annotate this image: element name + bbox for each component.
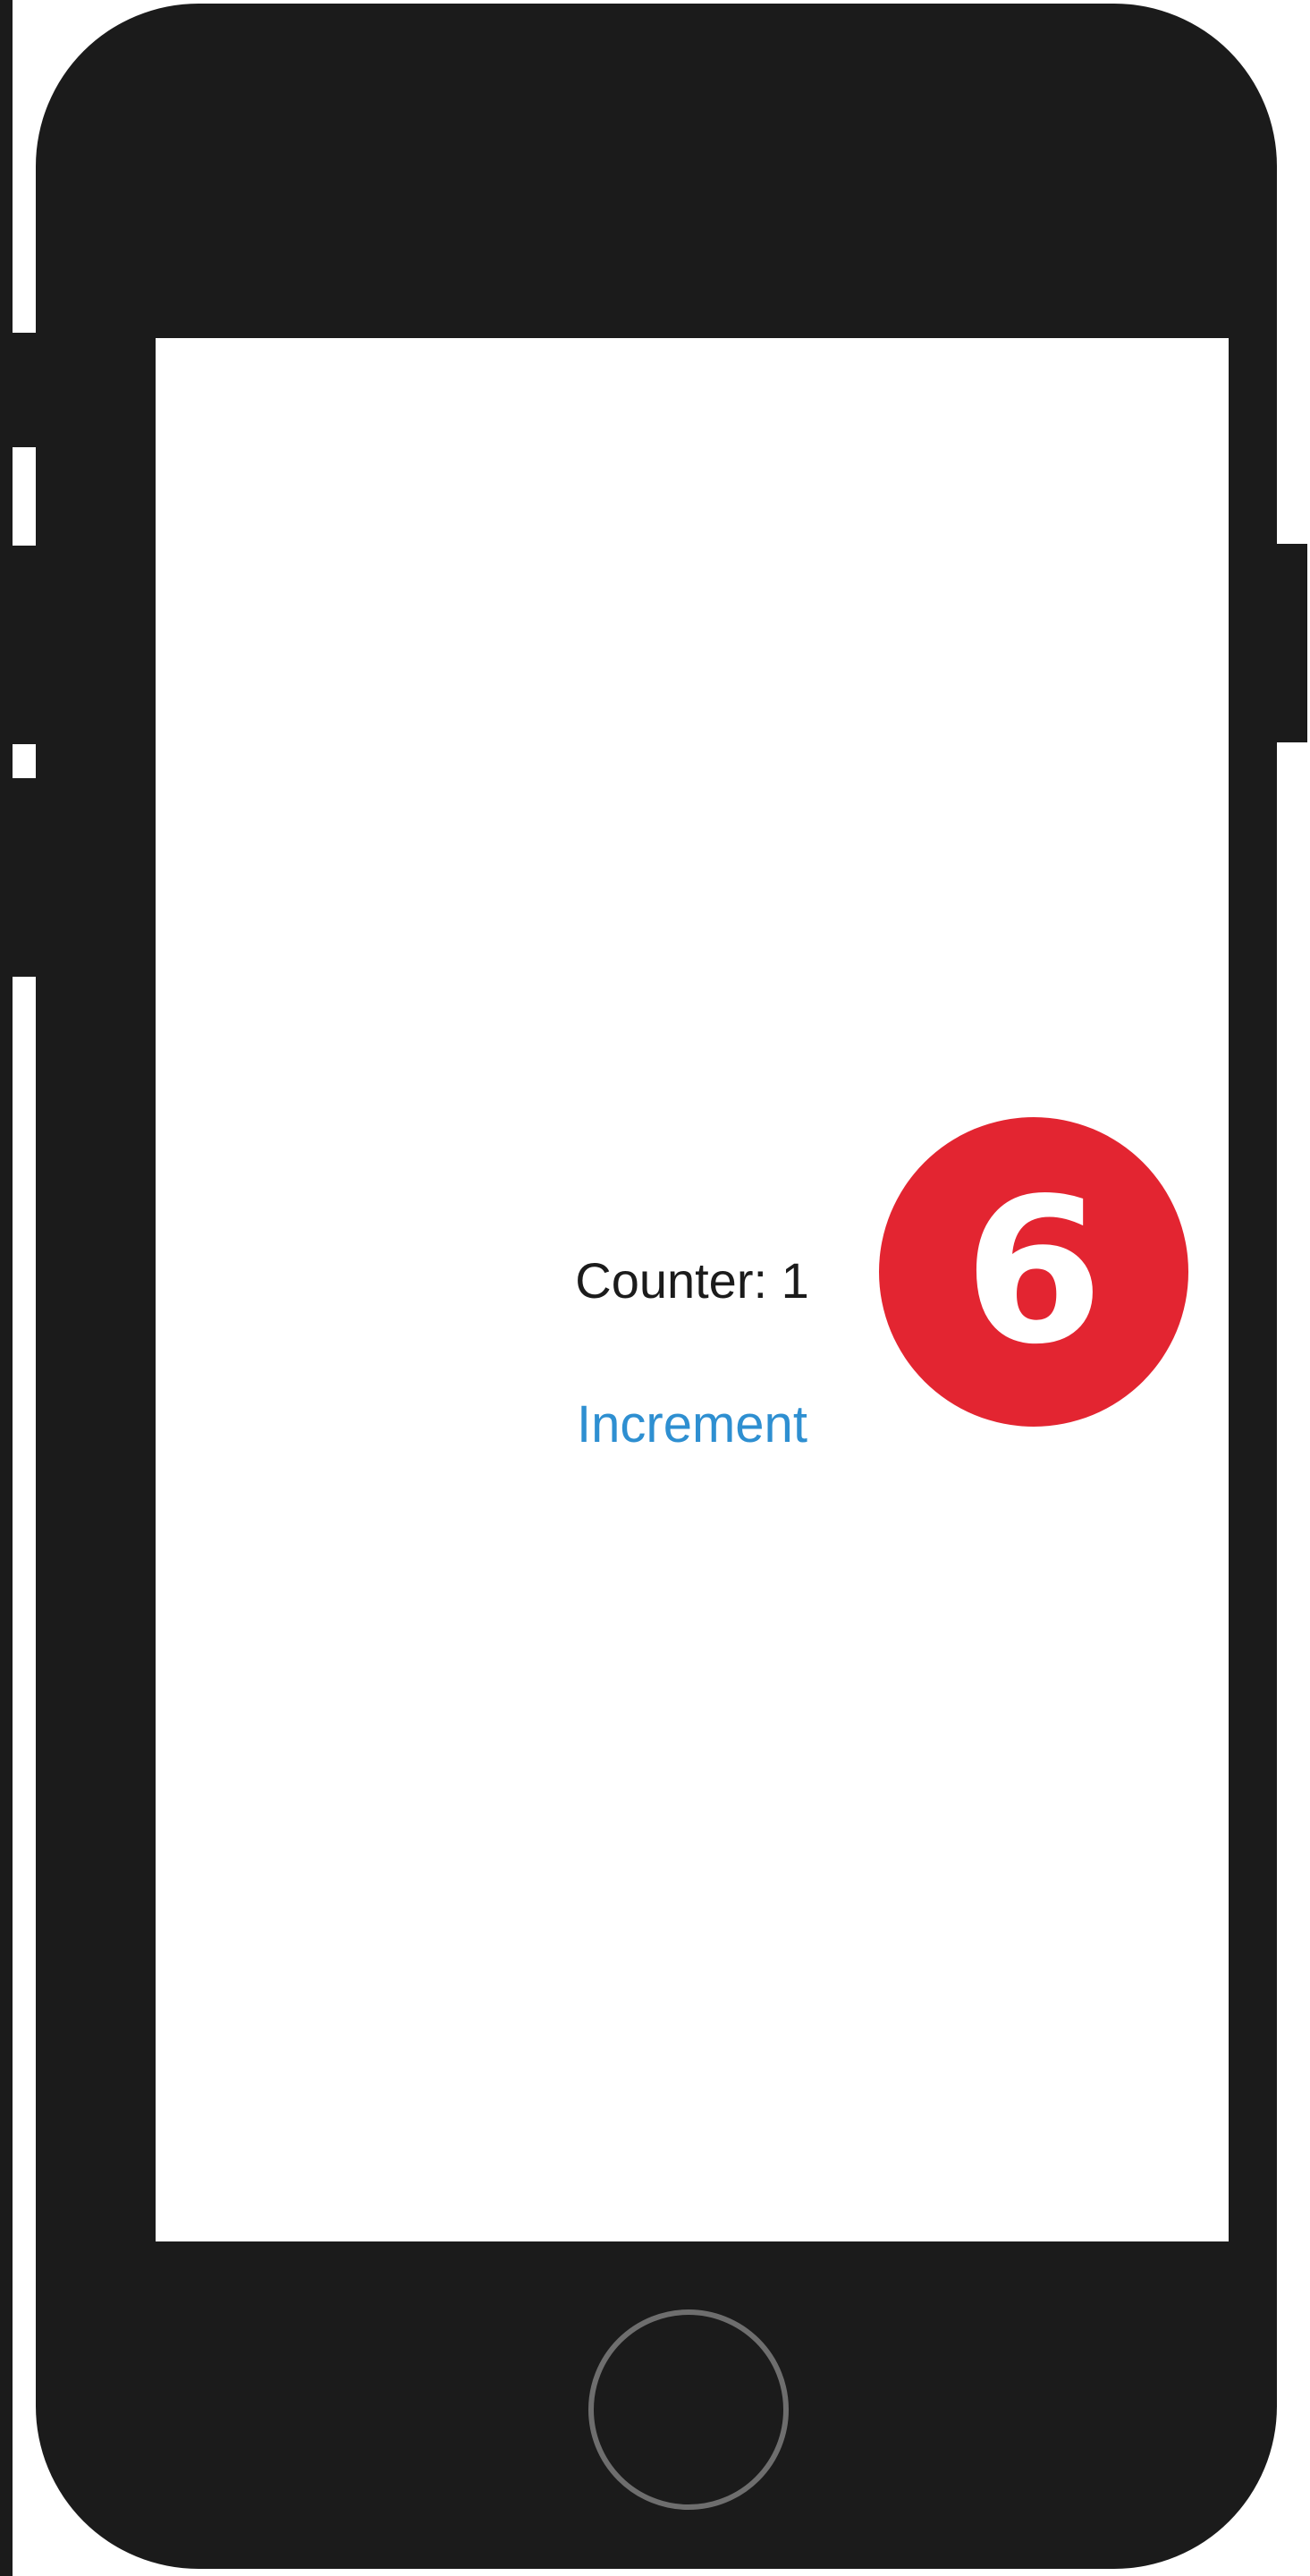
home-button[interactable] <box>588 2309 789 2510</box>
step-number-badge: 6 <box>879 1117 1188 1427</box>
increment-button[interactable]: Increment <box>549 1367 835 1483</box>
